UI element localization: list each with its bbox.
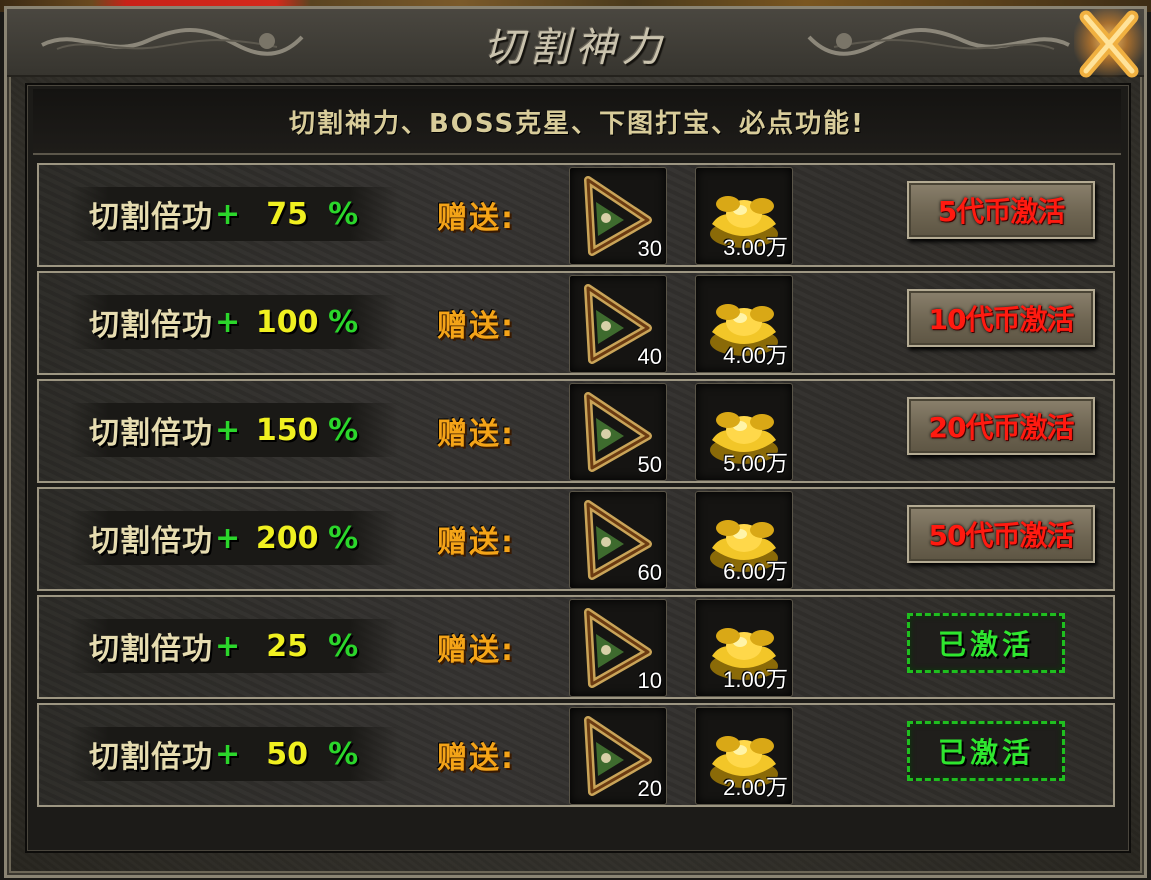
- item-slot[interactable]: 20: [569, 707, 667, 805]
- percent-sign: %: [328, 736, 359, 772]
- item-slot[interactable]: 50: [569, 383, 667, 481]
- gold-slot[interactable]: 2.00万: [695, 707, 793, 805]
- close-x-icon: [1079, 10, 1139, 78]
- gold-amount: 2.00万: [723, 775, 788, 800]
- stat-label: 切割倍功 + 150 %: [69, 403, 399, 457]
- close-button[interactable]: [1074, 9, 1144, 81]
- gift-label: 赠送:: [437, 633, 515, 668]
- reward-row: 切割倍功 + 50 % 赠送: 20 2.00万 已激活: [37, 703, 1115, 807]
- stat-value: 75: [266, 196, 309, 232]
- gold-slot[interactable]: 5.00万: [695, 383, 793, 481]
- stat-value: 100: [255, 304, 319, 340]
- gold-amount: 6.00万: [723, 559, 788, 584]
- stat-value: 25: [266, 628, 309, 664]
- stat-name: 切割倍功: [89, 524, 213, 559]
- activated-badge: 已激活: [907, 613, 1065, 673]
- plus-sign: +: [215, 196, 241, 232]
- gold-amount: 1.00万: [723, 667, 788, 692]
- reward-row: 切割倍功 + 100 % 赠送: 40 4.00万 10代币激活: [37, 271, 1115, 375]
- gold-amount: 4.00万: [723, 343, 788, 368]
- percent-sign: %: [328, 520, 359, 556]
- item-count: 30: [637, 236, 662, 261]
- gift-label: 赠送:: [437, 201, 515, 236]
- content-panel: 切割神力、BOSS克星、下图打宝、必点功能! 切割倍功 + 75 % 赠送: 3…: [25, 83, 1131, 853]
- stat-name: 切割倍功: [89, 632, 213, 667]
- stat-value: 150: [255, 412, 319, 448]
- reward-row: 切割倍功 + 200 % 赠送: 60 6.00万 50代币激活: [37, 487, 1115, 591]
- item-count: 10: [637, 668, 662, 693]
- item-slot[interactable]: 10: [569, 599, 667, 697]
- gold-slot[interactable]: 6.00万: [695, 491, 793, 589]
- percent-sign: %: [328, 304, 359, 340]
- stat-value: 200: [255, 520, 319, 556]
- activate-button[interactable]: 10代币激活: [907, 289, 1095, 347]
- item-count: 20: [637, 776, 662, 801]
- stat-name: 切割倍功: [89, 416, 213, 451]
- reward-row: 切割倍功 + 75 % 赠送: 30 3.00万 5代币激活: [37, 163, 1115, 267]
- activate-button[interactable]: 20代币激活: [907, 397, 1095, 455]
- percent-sign: %: [328, 628, 359, 664]
- item-slot[interactable]: 60: [569, 491, 667, 589]
- item-count: 40: [637, 344, 662, 369]
- gift-label: 赠送:: [437, 741, 515, 776]
- title-bar: 切割神力: [7, 9, 1144, 77]
- stat-name: 切割倍功: [89, 200, 213, 235]
- gold-slot[interactable]: 1.00万: [695, 599, 793, 697]
- cutting-power-window: 切割神力 切割神力、BOSS克星、下图打宝、必点功能! 切割倍功 + 75 % …: [4, 6, 1147, 878]
- banner-text: 切割神力、BOSS克星、下图打宝、必点功能!: [33, 89, 1121, 155]
- stat-label: 切割倍功 + 100 %: [69, 295, 399, 349]
- plus-sign: +: [215, 412, 241, 448]
- reward-row: 切割倍功 + 150 % 赠送: 50 5.00万 20代币激活: [37, 379, 1115, 483]
- gift-label: 赠送:: [437, 525, 515, 560]
- dragon-ornament-icon: [807, 28, 1070, 56]
- percent-sign: %: [328, 196, 359, 232]
- stat-label: 切割倍功 + 50 %: [69, 727, 399, 781]
- stat-label: 切割倍功 + 200 %: [69, 511, 399, 565]
- stat-label: 切割倍功 + 25 %: [69, 619, 399, 673]
- plus-sign: +: [215, 628, 241, 664]
- item-slot[interactable]: 40: [569, 275, 667, 373]
- activate-button[interactable]: 5代币激活: [907, 181, 1095, 239]
- gold-amount: 3.00万: [723, 235, 788, 260]
- reward-row: 切割倍功 + 25 % 赠送: 10 1.00万 已激活: [37, 595, 1115, 699]
- item-count: 50: [637, 452, 662, 477]
- activate-button[interactable]: 50代币激活: [907, 505, 1095, 563]
- gift-label: 赠送:: [437, 417, 515, 452]
- stat-label: 切割倍功 + 75 %: [69, 187, 399, 241]
- gift-label: 赠送:: [437, 309, 515, 344]
- gold-amount: 5.00万: [723, 451, 788, 476]
- item-count: 60: [637, 560, 662, 585]
- plus-sign: +: [215, 304, 241, 340]
- stat-value: 50: [266, 736, 309, 772]
- item-slot[interactable]: 30: [569, 167, 667, 265]
- gold-slot[interactable]: 4.00万: [695, 275, 793, 373]
- plus-sign: +: [215, 520, 241, 556]
- gold-slot[interactable]: 3.00万: [695, 167, 793, 265]
- stat-name: 切割倍功: [89, 308, 213, 343]
- plus-sign: +: [215, 736, 241, 772]
- activated-badge: 已激活: [907, 721, 1065, 781]
- percent-sign: %: [328, 412, 359, 448]
- stat-name: 切割倍功: [89, 740, 213, 775]
